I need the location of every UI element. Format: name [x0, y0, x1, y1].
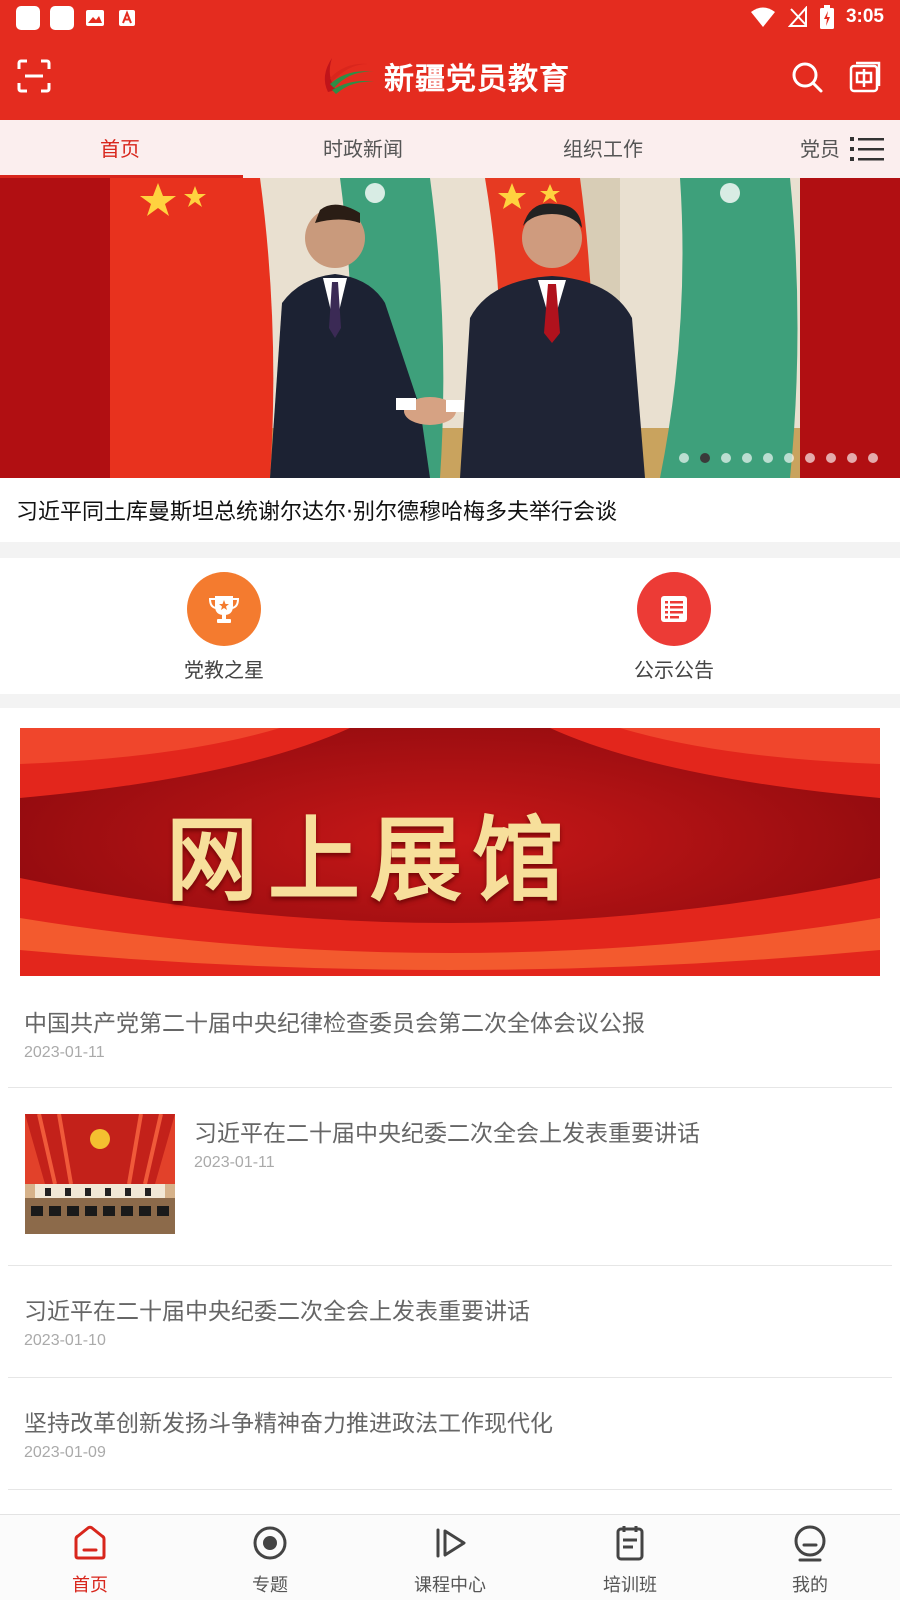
nav-label: 课程中心: [414, 1575, 486, 1596]
news-title[interactable]: 中国共产党第二十届中央纪律检查委员会第二次全体会议公报: [24, 1004, 645, 1038]
news-date: 2023-01-11: [24, 1044, 105, 1061]
carousel-dot[interactable]: [721, 453, 731, 463]
nav-topics[interactable]: 专题: [180, 1523, 360, 1597]
system-icons: 3:05: [750, 5, 884, 29]
chinese-language-icon[interactable]: [848, 60, 882, 94]
shortcut-label: 公示公告: [634, 658, 714, 682]
news-title[interactable]: 习近平在二十届中央纪委二次全会上发表重要讲话: [24, 1292, 530, 1326]
shortcut-party-star[interactable]: 党教之星: [154, 572, 294, 683]
online-exhibition-banner[interactable]: 网上展馆: [20, 728, 880, 976]
notebook-icon: [616, 1526, 644, 1561]
news-thumbnail-image: [25, 1114, 175, 1234]
search-icon[interactable]: [790, 60, 824, 94]
news-feed: 网上展馆 中国共产党第二十届中央纪律检查委员会第二次全体会议公报 2023-01…: [0, 708, 900, 1514]
news-item[interactable]: 习近平在二十届中央纪委二次全会上发表重要讲话 2023-01-11: [8, 1088, 892, 1266]
tab-home[interactable]: 首页: [0, 120, 243, 178]
clock: 3:05: [845, 6, 884, 27]
news-item[interactable]: 坚持改革创新发扬斗争精神奋力推进政法工作现代化 2023-01-09: [8, 1378, 892, 1490]
party-logo-icon: [324, 58, 374, 94]
shortcut-grid: 党教之星 公示公告: [0, 558, 900, 694]
nav-label: 专题: [252, 1575, 288, 1596]
news-title[interactable]: 坚持改革创新发扬斗争精神奋力推进政法工作现代化: [24, 1404, 553, 1438]
status-bar: 3:05: [0, 0, 900, 36]
tab-politics-news[interactable]: 时政新闻: [243, 120, 483, 178]
banner-carousel[interactable]: [0, 178, 900, 478]
banner-caption-bar[interactable]: 习近平同土库曼斯坦总统谢尔达尔·别尔德穆哈梅多夫举行会谈: [0, 478, 900, 542]
scan-icon[interactable]: [16, 58, 52, 94]
news-date: 2023-01-10: [24, 1332, 106, 1349]
nav-course-center[interactable]: 课程中心: [360, 1523, 540, 1597]
app-title: 新疆党员教育: [384, 62, 570, 97]
carousel-dot[interactable]: [763, 453, 773, 463]
carousel-dot-active[interactable]: [700, 453, 710, 463]
news-thumbnail[interactable]: [25, 1114, 175, 1234]
app-logo: 新疆党员教育: [318, 54, 570, 98]
notification-icons: [16, 6, 138, 30]
tab-organization-work[interactable]: 组织工作: [483, 120, 723, 178]
news-date: 2023-01-09: [24, 1444, 106, 1461]
topic-icon: [253, 1526, 287, 1560]
channel-tabs: 首页 时政新闻 组织工作 党员: [0, 120, 900, 178]
notification-app-icon: [50, 6, 74, 30]
carousel-dot[interactable]: [868, 453, 878, 463]
carousel-dot[interactable]: [805, 453, 815, 463]
nav-profile[interactable]: 我的: [720, 1523, 900, 1597]
battery-icon: [819, 5, 834, 29]
news-date: 2023-01-11: [194, 1154, 275, 1171]
nav-label: 培训班: [603, 1575, 657, 1596]
notification-app-icon: [16, 6, 40, 30]
carousel-dot[interactable]: [784, 453, 794, 463]
menu-icon[interactable]: [850, 136, 884, 162]
nav-label: 我的: [792, 1575, 828, 1596]
image-notification-icon: [84, 7, 106, 29]
carousel-dot[interactable]: [826, 453, 836, 463]
carousel-dot[interactable]: [847, 453, 857, 463]
profile-icon: [794, 1525, 826, 1562]
news-item[interactable]: 中国共产党第二十届中央纪律检查委员会第二次全体会议公报 2023-01-11: [8, 976, 892, 1088]
news-item[interactable]: 习近平在二十届中央纪委二次全会上发表重要讲话 2023-01-10: [8, 1266, 892, 1378]
bottom-navigation: 首页 专题 课程中心 培训班 我的: [0, 1514, 900, 1600]
no-signal-icon: [787, 6, 807, 27]
text-notification-icon: [116, 7, 138, 29]
exhibition-title: 网上展馆: [165, 806, 574, 914]
news-title[interactable]: 习近平在二十届中央纪委二次全会上发表重要讲话: [194, 1114, 700, 1148]
play-icon: [436, 1528, 466, 1558]
trophy-icon[interactable]: [187, 572, 261, 646]
carousel-dot[interactable]: [679, 453, 689, 463]
carousel-dot[interactable]: [742, 453, 752, 463]
nav-training-class[interactable]: 培训班: [540, 1523, 720, 1597]
banner-caption[interactable]: 习近平同土库曼斯坦总统谢尔达尔·别尔德穆哈梅多夫举行会谈: [16, 494, 617, 526]
wifi-icon: [750, 7, 775, 27]
banner-image: [0, 178, 900, 478]
home-icon: [74, 1525, 106, 1560]
list-icon[interactable]: [637, 572, 711, 646]
carousel-indicator: [679, 453, 878, 463]
shortcut-announcements[interactable]: 公示公告: [604, 572, 744, 683]
app-bar: 新疆党员教育: [0, 36, 900, 120]
nav-label: 首页: [72, 1575, 108, 1596]
nav-home[interactable]: 首页: [0, 1523, 180, 1597]
shortcut-label: 党教之星: [184, 658, 264, 682]
tab-party-member[interactable]: 党员: [800, 120, 840, 178]
